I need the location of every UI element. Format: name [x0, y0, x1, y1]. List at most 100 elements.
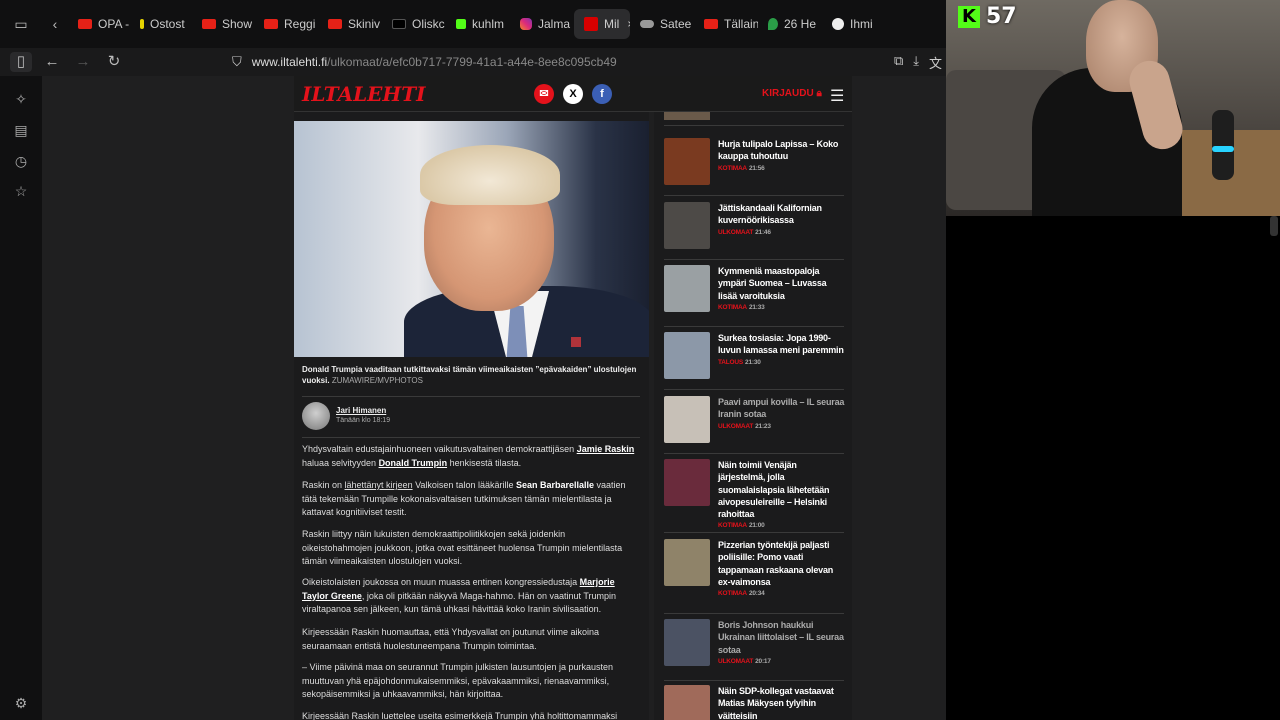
link-donald-trumpin[interactable]: Donald Trumpin: [379, 458, 448, 468]
news-title[interactable]: Boris Johnson haukkui Ukrainan liittolai…: [718, 620, 844, 655]
news-section[interactable]: TALOUS: [718, 359, 743, 366]
news-title[interactable]: Paavi ampui kovilla – IL seuraa Iranin s…: [718, 397, 844, 419]
tab-label: kuhlm: [472, 17, 505, 31]
browser-tab[interactable]: Mil×: [574, 9, 630, 39]
news-section[interactable]: ULKOMAAT: [718, 658, 753, 665]
reload-icon[interactable]: ↻: [103, 52, 125, 72]
browser-tab[interactable]: Satee: [630, 9, 694, 39]
news-item-text[interactable]: Paavi ampui kovilla – IL seuraa Iranin s…: [718, 396, 846, 433]
history-icon[interactable]: ◷: [12, 152, 30, 170]
settings-gear-icon[interactable]: ⚙: [12, 694, 30, 712]
forward-icon[interactable]: →: [72, 52, 94, 72]
news-section[interactable]: KOTIMAA: [718, 304, 747, 311]
news-title[interactable]: Surkea tosiasia: Jopa 1990-luvun lamassa…: [718, 333, 844, 355]
news-thumbnail[interactable]: [664, 202, 710, 249]
browser-tab[interactable]: 26 He: [758, 9, 822, 39]
youtube-favicon-icon: [78, 19, 92, 29]
share-email-icon[interactable]: ✉: [534, 84, 554, 104]
news-time: 20:34: [748, 590, 765, 598]
news-time: 20:17: [755, 657, 771, 665]
share-x-icon[interactable]: X: [563, 84, 583, 104]
back-icon[interactable]: ←: [41, 52, 63, 72]
hamburger-menu-icon[interactable]: ☰: [830, 86, 844, 106]
news-title[interactable]: Jättiskandaali Kalifornian kuvernöörikis…: [718, 203, 822, 225]
browser-tab[interactable]: Skiniv: [318, 9, 382, 39]
translate-icon[interactable]: 文: [929, 53, 942, 72]
link-jamie-raskin[interactable]: Jamie Raskin: [577, 444, 635, 454]
news-section[interactable]: KOTIMAA: [718, 590, 747, 597]
tiktok-favicon-icon: [392, 19, 406, 29]
news-item-text[interactable]: Jättiskandaali Kalifornian kuvernöörikis…: [718, 202, 846, 239]
news-title[interactable]: Näin SDP-kollegat vastaavat Matias Mäkys…: [718, 686, 834, 720]
browser-tab[interactable]: Tällain: [694, 9, 758, 39]
news-thumbnail[interactable]: [664, 265, 710, 312]
news-thumbnail[interactable]: [664, 396, 710, 443]
share-facebook-icon[interactable]: f: [592, 84, 612, 104]
news-section[interactable]: ULKOMAAT: [718, 423, 753, 430]
news-time: 21:30: [745, 358, 761, 366]
picture-in-picture-icon[interactable]: ⧉: [894, 53, 903, 72]
instagram-favicon-icon: [520, 18, 532, 30]
saved-pages-icon[interactable]: ▤: [12, 121, 30, 139]
news-item-text[interactable]: Hurja tulipalo Lapissa – Koko kauppa tuh…: [718, 138, 846, 175]
news-title[interactable]: Hurja tulipalo Lapissa – Koko kauppa tuh…: [718, 139, 838, 161]
partial-thumbnail: [664, 112, 710, 120]
browser-tab[interactable]: Jalma: [510, 9, 574, 39]
news-item-text[interactable]: Näin toimii Venäjän järjestelmä, jolla s…: [718, 459, 846, 533]
link-lahettanyt-kirjeen[interactable]: lähettänyt kirjeen: [345, 480, 413, 490]
paragraph-6: – Viime päivinä maa on seurannut Trumpin…: [302, 662, 614, 699]
news-thumbnail[interactable]: [664, 138, 710, 185]
news-thumbnail[interactable]: [664, 539, 710, 586]
text: Valkoisen talon lääkärille: [412, 480, 516, 490]
news-item[interactable]: Kymmeniä maastopaloja ympäri Suomea – Lu…: [664, 265, 844, 327]
news-item[interactable]: Jättiskandaali Kalifornian kuvernöörikis…: [664, 202, 844, 260]
browser-tab[interactable]: kuhlm: [446, 9, 510, 39]
news-thumbnail[interactable]: [664, 459, 710, 506]
login-link[interactable]: KIRJAUDU 🔒︎: [762, 88, 822, 99]
browser-tab[interactable]: Ihmi: [822, 9, 886, 39]
news-item-text[interactable]: Kymmeniä maastopaloja ympäri Suomea – Lu…: [718, 265, 846, 314]
news-section[interactable]: KOTIMAA: [718, 165, 747, 172]
browser-tab[interactable]: Show: [192, 9, 254, 39]
iltalehti-logo[interactable]: ILTALEHTI: [302, 82, 426, 106]
news-title[interactable]: Pizzerian työntekijä paljasti poliisille…: [718, 540, 833, 587]
browser-tab[interactable]: Ostost: [130, 9, 192, 39]
news-item[interactable]: Surkea tosiasia: Jopa 1990-luvun lamassa…: [664, 332, 844, 390]
ai-sparkle-icon[interactable]: ✧: [12, 90, 30, 108]
news-item[interactable]: Näin SDP-kollegat vastaavat Matias Mäkys…: [664, 685, 844, 720]
sidebar-toggle-icon[interactable]: ▯: [10, 52, 32, 72]
scroll-tabs-left-icon[interactable]: ‹: [42, 11, 68, 37]
news-thumbnail[interactable]: [664, 685, 710, 720]
news-item[interactable]: Näin toimii Venäjän järjestelmä, jolla s…: [664, 459, 844, 533]
download-icon[interactable]: ⤓: [913, 53, 919, 72]
news-title[interactable]: Näin toimii Venäjän järjestelmä, jolla s…: [718, 460, 830, 519]
news-item[interactable]: Pizzerian työntekijä paljasti poliisille…: [664, 539, 844, 614]
tab-label: Reggi: [284, 17, 316, 31]
tab-overview-icon[interactable]: ▭: [8, 11, 34, 37]
author-name[interactable]: Jari Himanen: [336, 406, 386, 415]
news-item-text[interactable]: Pizzerian työntekijä paljasti poliisille…: [718, 539, 846, 600]
news-thumbnail[interactable]: [664, 332, 710, 379]
scrollbar[interactable]: [1270, 216, 1278, 236]
news-item[interactable]: Paavi ampui kovilla – IL seuraa Iranin s…: [664, 396, 844, 454]
news-section[interactable]: ULKOMAAT: [718, 229, 753, 236]
address-bar[interactable]: ⛉ www.iltalehti.fi/ulkomaat/a/efc0b717-7…: [232, 48, 942, 76]
news-item-text[interactable]: Surkea tosiasia: Jopa 1990-luvun lamassa…: [718, 332, 846, 369]
author-avatar[interactable]: [302, 402, 330, 430]
news-time: 21:23: [755, 422, 771, 430]
site-info-icon[interactable]: ⛉: [232, 54, 242, 70]
news-section[interactable]: KOTIMAA: [718, 522, 747, 529]
browser-tab[interactable]: OPA -: [68, 9, 130, 39]
news-thumbnail[interactable]: [664, 619, 710, 666]
browser-tab[interactable]: Oliskc: [382, 9, 446, 39]
bookmarks-star-icon[interactable]: ☆: [12, 182, 30, 200]
tab-label: Mil: [604, 17, 620, 31]
news-item[interactable]: Boris Johnson haukkui Ukrainan liittolai…: [664, 619, 844, 681]
news-item[interactable]: Hurja tulipalo Lapissa – Koko kauppa tuh…: [664, 138, 844, 196]
text: haluaa selvityyden: [302, 457, 379, 468]
news-item-text[interactable]: Näin SDP-kollegat vastaavat Matias Mäkys…: [718, 685, 846, 720]
news-title[interactable]: Kymmeniä maastopaloja ympäri Suomea – Lu…: [718, 266, 827, 301]
url-domain: www.iltalehti.fi: [251, 55, 328, 69]
news-item-text[interactable]: Boris Johnson haukkui Ukrainan liittolai…: [718, 619, 846, 668]
browser-tab[interactable]: Reggi: [254, 9, 318, 39]
